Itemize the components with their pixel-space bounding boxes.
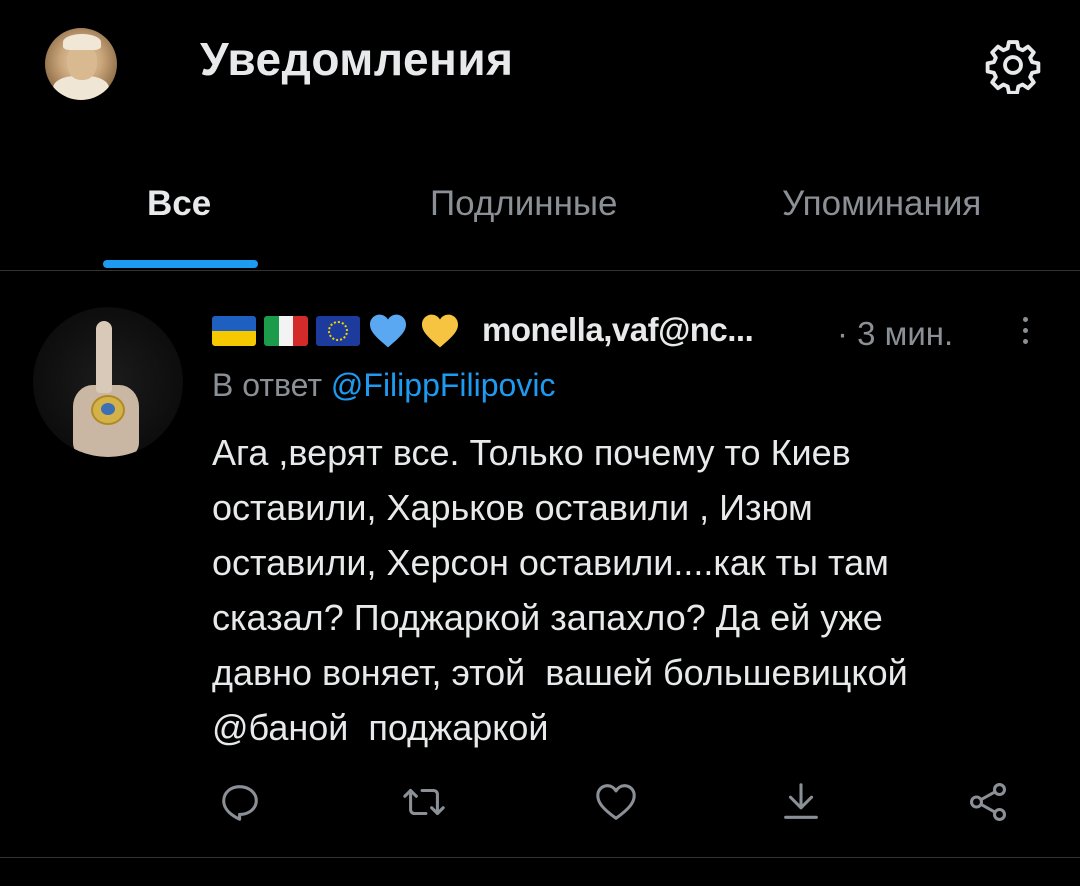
- tab-verified[interactable]: Подлинные: [430, 184, 618, 224]
- more-options-icon[interactable]: [1018, 311, 1032, 355]
- tweet-header: monella,vaf@nc... · 3 мин.: [212, 309, 1072, 359]
- reply-mention-link[interactable]: @FilippFilipovic: [331, 367, 556, 403]
- download-icon[interactable]: [778, 779, 824, 825]
- user-handle[interactable]: monella,vaf@nc...: [482, 311, 754, 349]
- tweet-timestamp: · 3 мин.: [837, 315, 954, 352]
- notification-tweet[interactable]: monella,vaf@nc... · 3 мин. В ответ @Fili…: [0, 271, 1080, 861]
- tab-all[interactable]: Все: [147, 184, 211, 224]
- blue-heart-icon: [370, 314, 406, 348]
- divider: [0, 857, 1080, 858]
- yellow-heart-icon: [422, 314, 458, 348]
- italy-flag-icon: [264, 316, 308, 346]
- profile-avatar[interactable]: [45, 28, 117, 100]
- retweet-icon[interactable]: [401, 779, 447, 825]
- share-icon[interactable]: [965, 779, 1011, 825]
- ukraine-flag-icon: [212, 316, 256, 346]
- reply-icon[interactable]: [217, 779, 263, 825]
- tweet-text: Ага ,верят все. Только почему то Киев ос…: [212, 432, 908, 748]
- reply-prefix: В ответ: [212, 367, 323, 403]
- like-icon[interactable]: [593, 779, 639, 825]
- top-bar: Уведомления: [0, 0, 1080, 130]
- user-avatar[interactable]: [33, 307, 183, 457]
- active-tab-indicator: [103, 260, 258, 268]
- reply-context: В ответ @FilippFilipovic: [212, 367, 555, 404]
- eu-flag-icon: [316, 316, 360, 346]
- notification-tabs: Все Подлинные Упоминания: [0, 160, 1080, 270]
- settings-gear-icon[interactable]: [984, 36, 1042, 94]
- tab-mentions[interactable]: Упоминания: [782, 184, 981, 224]
- page-title: Уведомления: [200, 33, 514, 85]
- tweet-actions: [212, 779, 1032, 829]
